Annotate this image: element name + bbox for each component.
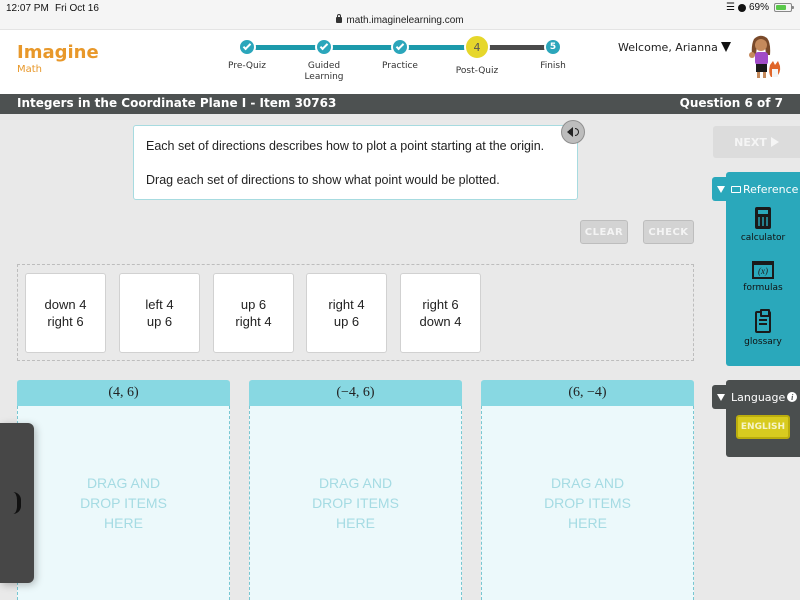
drop-zone-label: (−4, 6) — [249, 380, 462, 406]
collapse-triangle-icon — [717, 185, 725, 193]
reference-icon — [731, 185, 741, 193]
answer-pool: down 4 right 6 left 4 up 6 up 6 right 4 … — [17, 264, 694, 361]
card-line: down 4 — [44, 297, 87, 312]
battery-percent: 69% — [748, 2, 769, 13]
drop-zone-label: (6, −4) — [481, 380, 694, 406]
card-line: right 4 — [328, 297, 365, 312]
card-line: up 6 — [240, 297, 267, 312]
item-title-bar: Integers in the Coordinate Plane I - Ite… — [0, 94, 800, 114]
play-arrow-icon — [770, 137, 779, 147]
drop-target[interactable]: DRAG AND DROP ITEMS HERE — [17, 406, 230, 600]
reference-item-label: calculator — [740, 233, 786, 243]
step-label: Practice — [382, 61, 418, 71]
question-counter: Question 6 of 7 — [679, 96, 783, 110]
calculator-icon — [755, 207, 771, 229]
step-practice — [391, 38, 409, 56]
check-icon — [242, 41, 252, 51]
step-post-quiz: 4 — [464, 34, 490, 60]
step-pre-quiz — [238, 38, 256, 56]
card-line: down 4 — [419, 314, 462, 329]
draggable-card[interactable]: right 6 down 4 — [400, 273, 481, 353]
progress-track-complete — [247, 45, 472, 50]
sound-wave-icon — [574, 128, 579, 136]
check-icon — [395, 41, 405, 51]
card-line: up 6 — [333, 314, 360, 329]
status-time: 12:07 PM — [6, 3, 49, 14]
reference-calculator[interactable]: calculator — [726, 207, 800, 243]
alarm-icon — [737, 3, 746, 12]
drop-zone[interactable]: (−4, 6) DRAG AND DROP ITEMS HERE — [249, 380, 462, 600]
instruction-line: Each set of directions describes how to … — [146, 139, 545, 153]
speaker-icon — [566, 127, 573, 137]
status-bar: 12:07 PM Fri Oct 16 math.imaginelearning… — [0, 0, 800, 30]
card-line: right 4 — [235, 314, 272, 329]
step-label: Finish — [540, 61, 566, 71]
drop-placeholder: DRAG AND DROP ITEMS HERE — [80, 475, 167, 531]
status-indicators: ☰ 69% — [726, 2, 794, 13]
battery-icon — [774, 3, 794, 12]
card-line: right 6 — [47, 314, 84, 329]
language-title: Language — [731, 390, 786, 404]
draggable-card[interactable]: right 4 up 6 — [306, 273, 387, 353]
check-button[interactable]: CHECK — [643, 220, 694, 244]
reference-formulas[interactable]: (x) formulas — [726, 261, 800, 293]
reference-glossary[interactable]: glossary — [726, 309, 800, 347]
caret-down-icon — [720, 42, 731, 52]
url-text: math.imaginelearning.com — [346, 15, 464, 26]
step-label: Guided Learning — [304, 61, 344, 82]
card-line: right 6 — [422, 297, 459, 312]
step-guided-learning — [315, 38, 333, 56]
info-icon[interactable]: i — [787, 392, 798, 402]
draggable-card[interactable]: up 6 right 4 — [213, 273, 294, 353]
glossary-icon — [755, 309, 771, 333]
item-title: Integers in the Coordinate Plane I - Ite… — [17, 96, 337, 110]
instructions-box: Each set of directions describes how to … — [133, 125, 578, 200]
reference-toggle[interactable]: Reference — [712, 177, 800, 201]
reference-title: Reference — [743, 182, 799, 196]
collapse-triangle-icon — [717, 393, 725, 401]
wifi-icon: ☰ — [726, 2, 735, 13]
drop-placeholder: DRAG AND DROP ITEMS HERE — [544, 475, 631, 531]
battery-fill — [776, 5, 786, 10]
clear-button[interactable]: CLEAR — [580, 220, 628, 244]
avatar[interactable] — [740, 33, 788, 81]
chevron-right-icon — [13, 492, 21, 514]
address-bar[interactable]: math.imaginelearning.com — [0, 14, 800, 26]
status-date: Fri Oct 16 — [55, 3, 99, 14]
language-english-button[interactable]: ENGLISH — [736, 415, 790, 439]
lesson-progress: 4 5 Pre-Quiz Guided Learning Practice Po… — [0, 30, 800, 94]
instruction-line: Drag each set of directions to show what… — [146, 173, 500, 187]
step-label: Post-Quiz — [455, 66, 499, 76]
draggable-card[interactable]: left 4 up 6 — [119, 273, 200, 353]
drop-zone[interactable]: (6, −4) DRAG AND DROP ITEMS HERE — [481, 380, 694, 600]
drop-target[interactable]: DRAG AND DROP ITEMS HERE — [249, 406, 462, 600]
app-header: Imagine Math 4 5 Pre-Quiz Guided Learnin… — [0, 30, 800, 94]
drop-placeholder: DRAG AND DROP ITEMS HERE — [312, 475, 399, 531]
next-label: NEXT — [734, 135, 767, 149]
reference-item-label: formulas — [743, 283, 783, 293]
read-aloud-button[interactable] — [561, 120, 585, 144]
drop-zone[interactable]: (4, 6) DRAG AND DROP ITEMS HERE — [17, 380, 230, 600]
step-label: Pre-Quiz — [228, 61, 266, 71]
drop-target[interactable]: DRAG AND DROP ITEMS HERE — [481, 406, 694, 600]
reference-item-label: glossary — [744, 337, 782, 347]
language-toggle[interactable]: Language i — [712, 385, 800, 409]
formulas-icon: (x) — [752, 261, 774, 279]
lock-icon — [336, 14, 343, 23]
drop-zone-label: (4, 6) — [17, 380, 230, 406]
side-drawer-handle[interactable] — [0, 423, 34, 583]
step-finish: 5 — [544, 38, 562, 56]
welcome-text: Welcome, Arianna — [618, 41, 718, 54]
draggable-card[interactable]: down 4 right 6 — [25, 273, 106, 353]
check-icon — [319, 41, 329, 51]
card-line: left 4 — [145, 297, 174, 312]
next-button[interactable]: NEXT — [713, 126, 800, 158]
card-line: up 6 — [146, 314, 173, 329]
user-menu[interactable]: Welcome, Arianna — [618, 41, 731, 54]
